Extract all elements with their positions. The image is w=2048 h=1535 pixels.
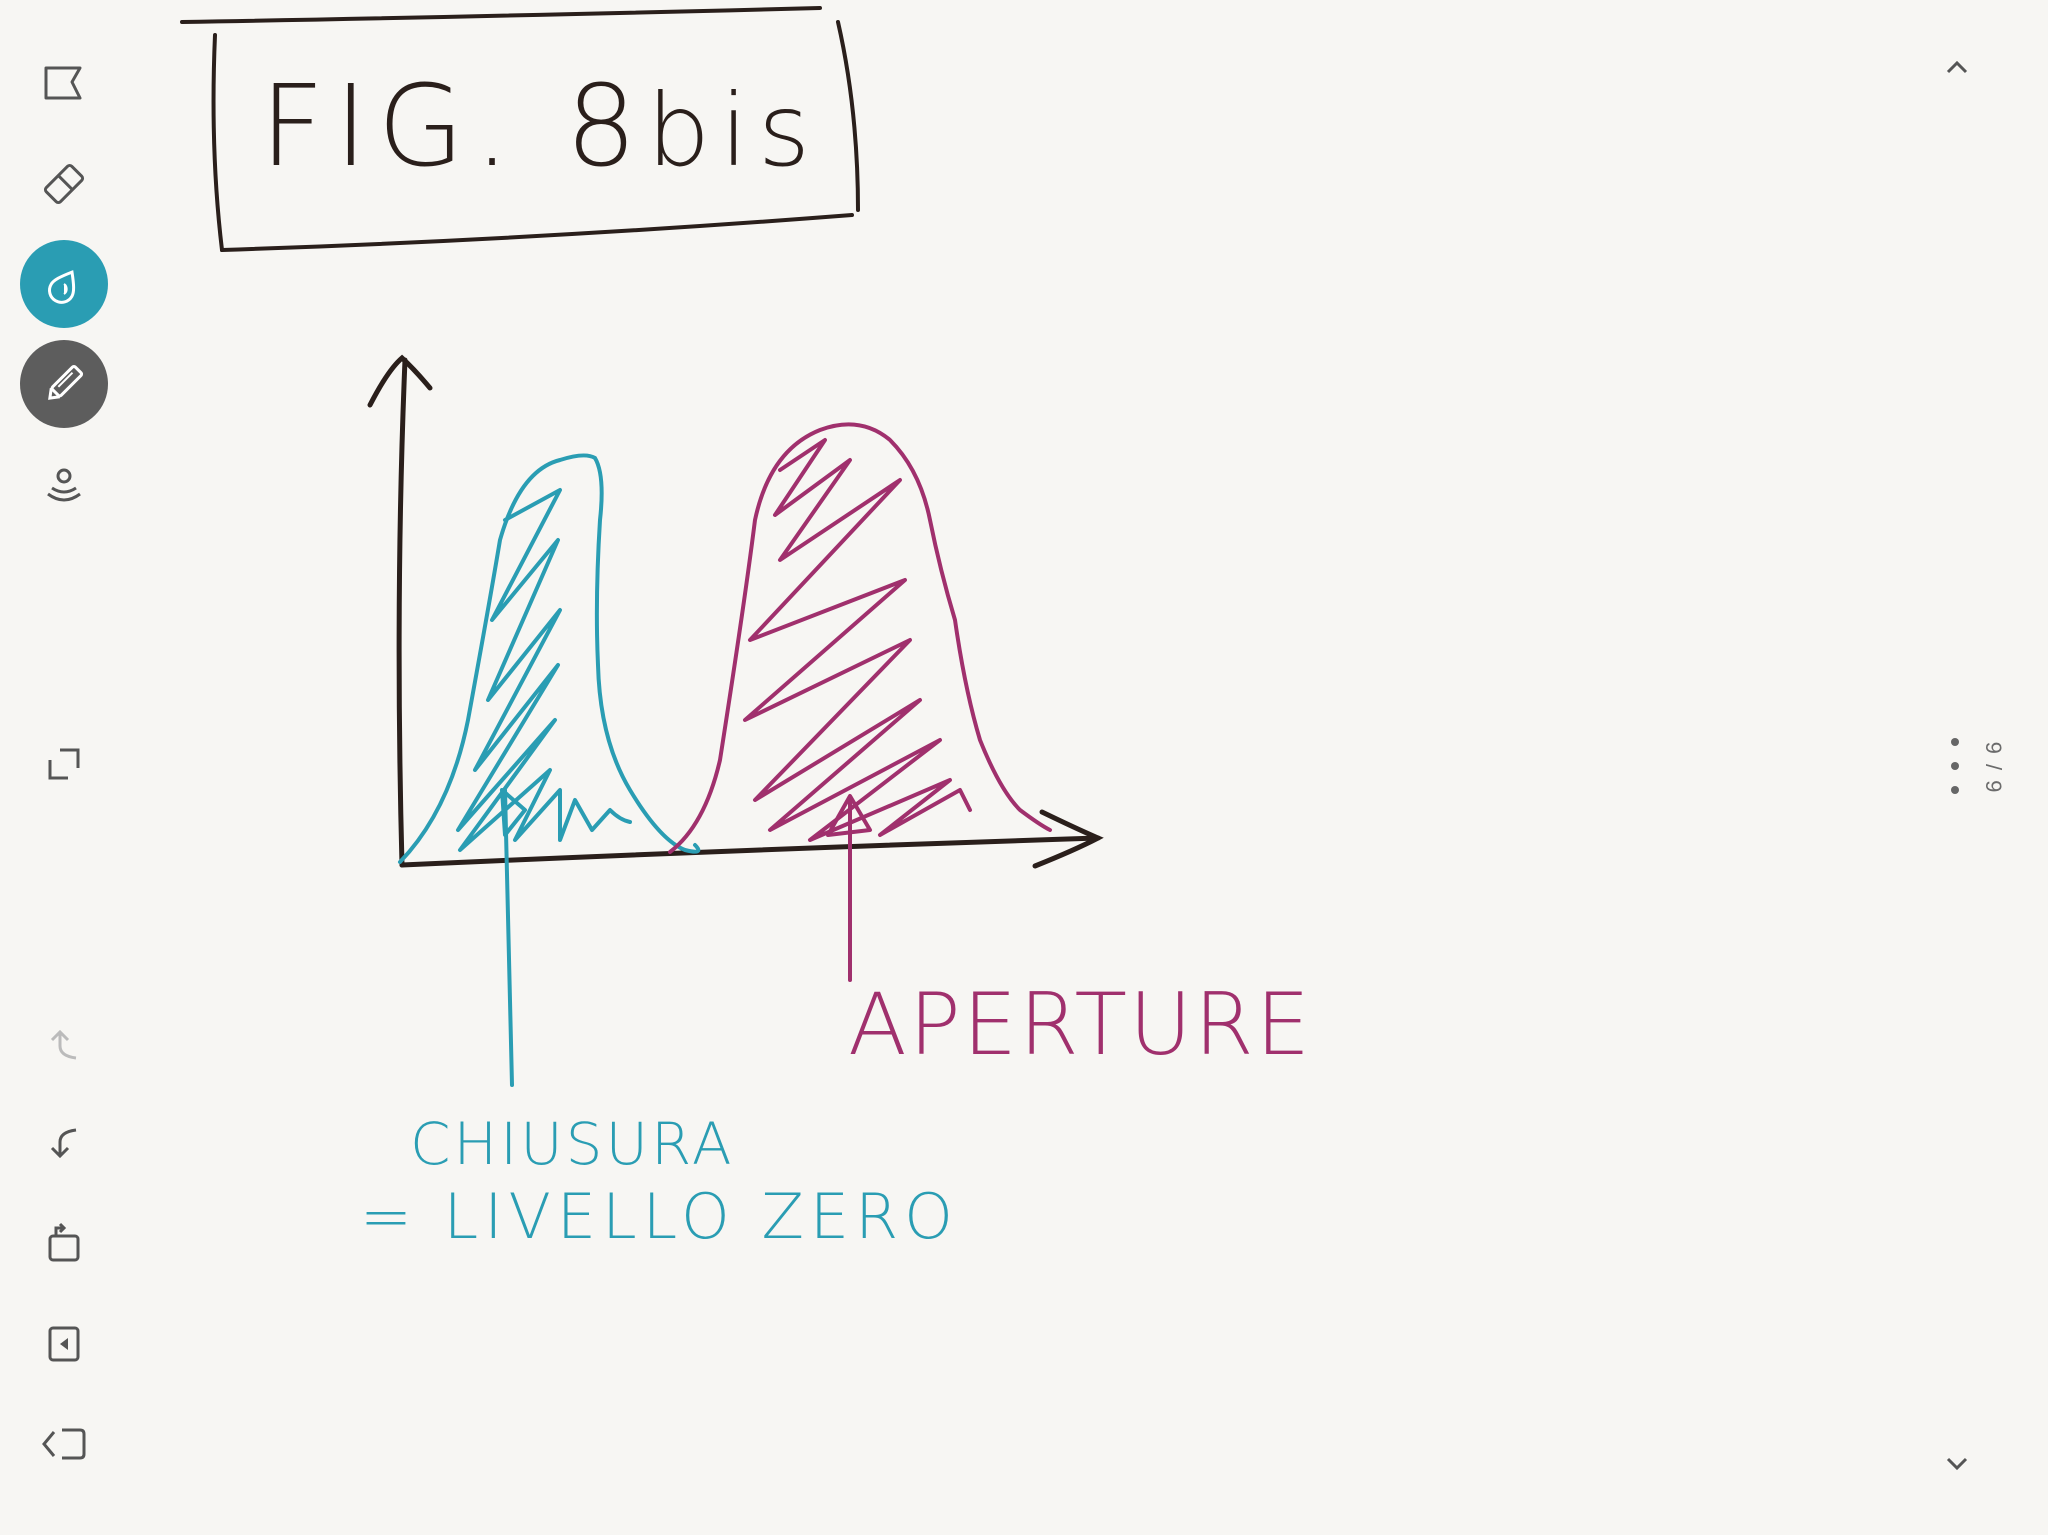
more-vertical-icon-dot [1951, 786, 1959, 794]
selection-lasso-tool[interactable] [20, 40, 108, 128]
notes-app: FIG. 8bis APERTURE CHIUSURA = LIVELLO ZE… [0, 0, 2048, 1535]
eraser-tool[interactable] [20, 140, 108, 228]
undo-icon [42, 1122, 86, 1166]
chart-axes [367, 354, 1104, 869]
teal-peak [398, 453, 701, 1087]
tool-rail [0, 0, 130, 1535]
label-chiusura: CHIUSURA [410, 1110, 735, 1178]
redo-icon [42, 1022, 86, 1066]
more-vertical-icon-dot [1951, 762, 1959, 770]
chevron-up-icon [1942, 52, 1972, 87]
collapse-toolbar-icon [40, 1420, 88, 1468]
rotate-page-icon [42, 1222, 86, 1266]
figure-title-sub: bis [646, 72, 821, 189]
previous-page-button[interactable] [1932, 44, 1982, 94]
insert-page-button[interactable] [20, 1300, 108, 1388]
pen-icon [40, 360, 88, 408]
ink-drop-icon [42, 262, 86, 306]
label-livello-zero: = LIVELLO ZERO [360, 1180, 959, 1253]
voice-record-icon [40, 460, 88, 508]
figure-title-main: FIG. 8 [260, 62, 647, 192]
chevron-down-icon [1942, 1448, 1972, 1483]
voice-record-tool[interactable] [20, 440, 108, 528]
next-page-button[interactable] [1932, 1440, 1982, 1490]
figure-title: FIG. 8bis [260, 62, 820, 192]
ink-layer [180, 6, 1104, 1087]
fullscreen-icon [42, 742, 86, 786]
magenta-peak [668, 422, 1052, 982]
rotate-page-button[interactable] [20, 1200, 108, 1288]
more-vertical-icon-dot [1951, 738, 1959, 746]
ink-color-tool[interactable] [20, 240, 108, 328]
insert-page-icon [42, 1322, 86, 1366]
fullscreen-button[interactable] [20, 720, 108, 808]
eraser-icon [40, 160, 88, 208]
page-indicator: 9 / 9 [1981, 741, 2006, 795]
redo-button[interactable] [20, 1000, 108, 1088]
selection-lasso-icon [40, 60, 88, 108]
note-canvas[interactable]: FIG. 8bis APERTURE CHIUSURA = LIVELLO ZE… [130, 0, 1900, 1535]
label-aperture: APERTURE [848, 975, 1313, 1075]
collapse-toolbar-button[interactable] [20, 1400, 108, 1488]
pen-tool[interactable] [20, 340, 108, 428]
undo-button[interactable] [20, 1100, 108, 1188]
